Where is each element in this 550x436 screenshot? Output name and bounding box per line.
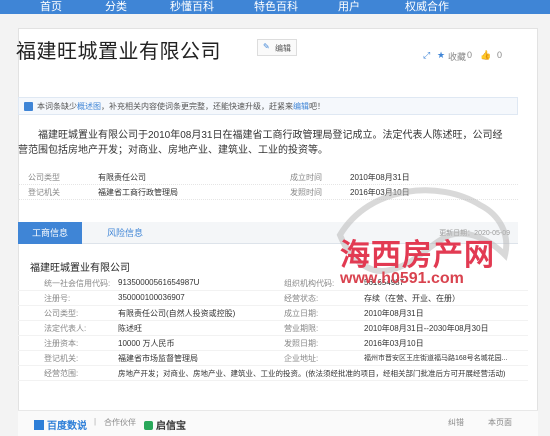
edit-label: 编辑 (275, 44, 291, 53)
favorite-icon[interactable]: ★ (437, 50, 445, 61)
report-error-link[interactable]: 纠错 (448, 417, 464, 428)
like-count: 0 (497, 50, 503, 60)
share-actions: ⤢ ★ 收藏 0 👍 0 (423, 50, 505, 68)
table-row: 经营范围: 房地产开发；对商业、房地产业、建筑业、工业的投资。(依法须经批准的项… (18, 366, 528, 381)
footer-bar: 百度数说 | 合作伙伴 启信宝 纠错 本页面 (18, 410, 538, 436)
nav-item-home[interactable]: 首页 (40, 0, 62, 14)
nav-item-featured[interactable]: 特色百科 (254, 0, 298, 14)
baidu-shuoshuo-logo[interactable]: 百度数说 (34, 417, 87, 432)
notice-link-edit[interactable]: 编辑 (293, 102, 309, 111)
watermark-url: www.h0591.com (340, 270, 464, 287)
page-link[interactable]: 本页面 (488, 417, 512, 428)
notice-text: 本词条缺少概述图，补充相关内容使词条更完整，还能快速升级，赶紧来编辑吧！ (37, 102, 325, 111)
partner-label: 合作伙伴 (104, 418, 136, 427)
nav-item-category[interactable]: 分类 (105, 0, 127, 14)
table-row: 公司类型: 有限责任公司(自然人投资或控股) 成立日期: 2010年08月31日 (18, 306, 528, 321)
like-icon[interactable]: 👍 (480, 50, 491, 61)
nav-item-miaodong[interactable]: 秒懂百科 (170, 0, 214, 14)
tab-business-info[interactable]: 工商信息 (18, 222, 82, 244)
pencil-icon: ✎ (263, 42, 270, 51)
watermark-text: 海西房产网 (340, 239, 495, 272)
notice-link-overview[interactable]: 概述图 (77, 102, 101, 111)
tab-risk-info[interactable]: 风险信息 (90, 222, 160, 244)
share-bar: ⤢ ★ 收藏 0 👍 0 (423, 44, 513, 96)
nav-item-user[interactable]: 用户 (338, 0, 360, 14)
top-nav: 首页 分类 秒懂百科 特色百科 用户 权威合作 (0, 0, 550, 14)
notice-bar: 本词条缺少概述图，补充相关内容使词条更完整，还能快速升级，赶紧来编辑吧！ (18, 97, 518, 115)
page-title: 福建旺城置业有限公司 (16, 41, 221, 63)
table-row: 注册资本: 10000 万人民币 发照日期: 2016年03月10日 (18, 336, 528, 351)
table-row: 法定代表人: 陈述旺 营业期限: 2010年08月31日--2030年08月30… (18, 321, 528, 336)
intro-paragraph: 福建旺城置业有限公司于2010年08月31日在福建省工商行政管理局登记成立。法定… (18, 130, 503, 156)
nav-item-authority[interactable]: 权威合作 (405, 0, 449, 14)
edit-button[interactable]: ✎ 编辑 (257, 39, 297, 56)
favorite-count: 0 (467, 50, 473, 60)
qixinbao-logo[interactable]: 启信宝 (144, 417, 186, 432)
table-row: 登记机关: 福建省市场监督管理局 企业地址: 福州市晋安区王庄街道福马路168号… (18, 351, 528, 366)
footer-separator: | (94, 417, 97, 426)
favorite-label[interactable]: 收藏 (448, 50, 466, 63)
company-name: 福建旺城置业有限公司 (30, 263, 130, 274)
edit-notice-icon (24, 102, 33, 111)
share-icon[interactable]: ⤢ (423, 50, 430, 61)
